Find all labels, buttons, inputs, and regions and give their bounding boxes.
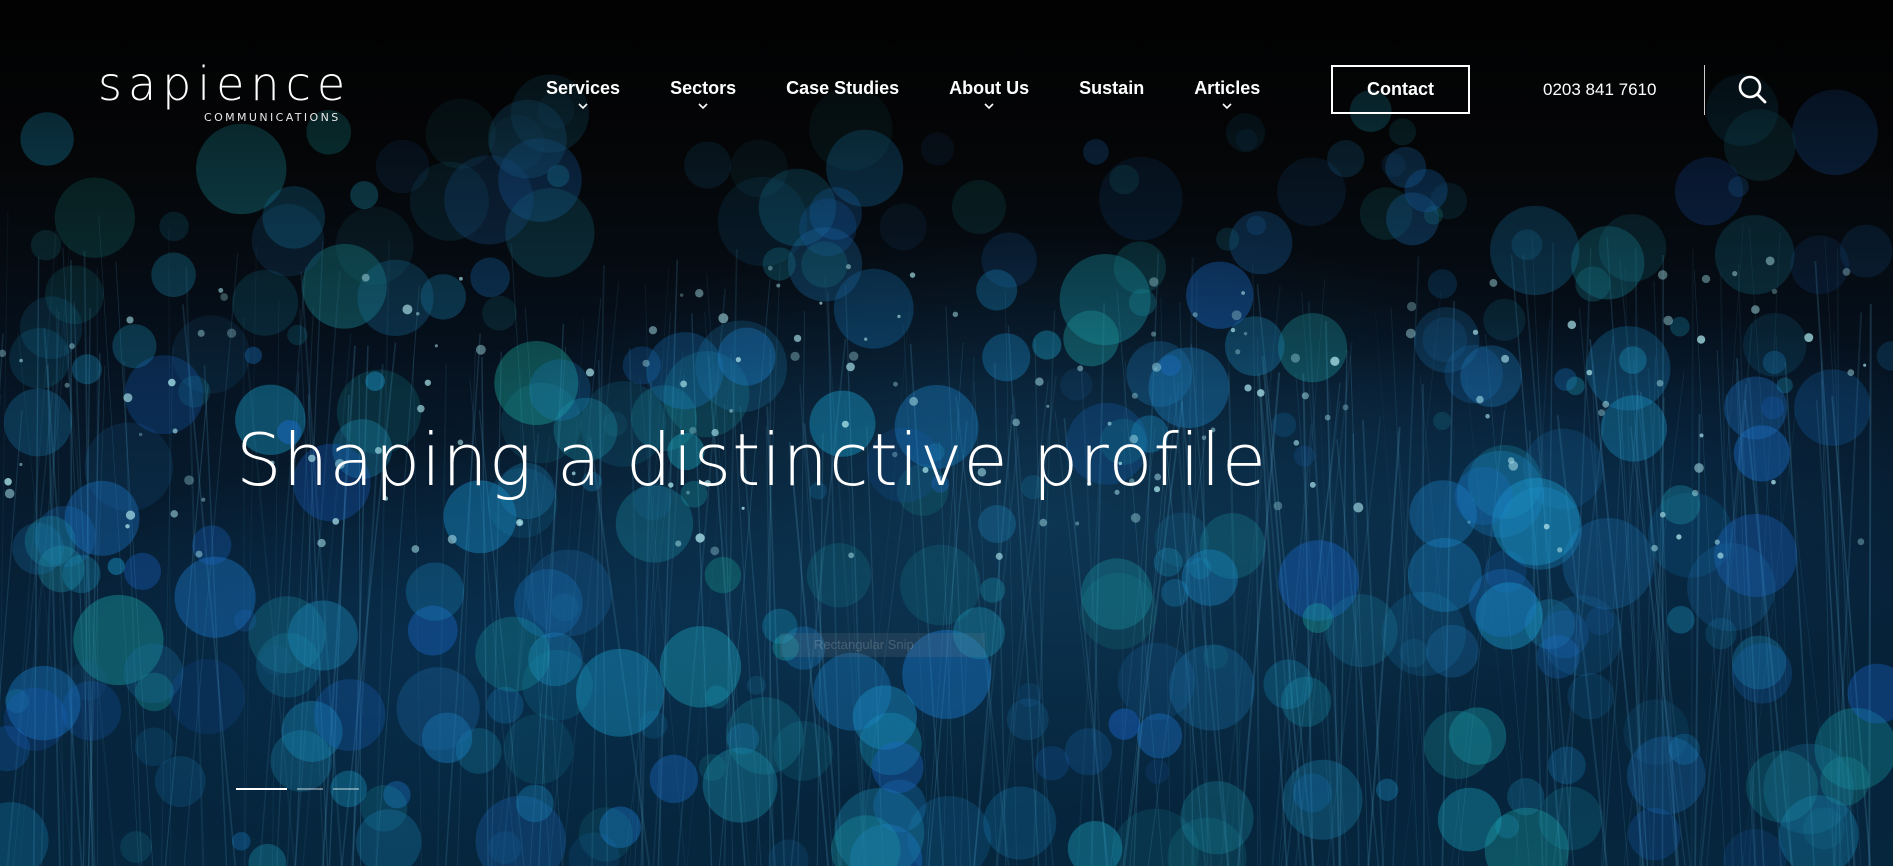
nav-label: About Us bbox=[949, 78, 1030, 98]
header-divider bbox=[1704, 65, 1705, 115]
nav-item-services[interactable]: Services bbox=[546, 78, 620, 110]
nav-item-about-us[interactable]: About Us bbox=[949, 78, 1029, 110]
slide-indicator-2[interactable] bbox=[297, 788, 323, 790]
site-header: sapience COMMUNICATIONS Services Sectors… bbox=[0, 0, 1893, 180]
nav-item-sectors[interactable]: Sectors bbox=[670, 78, 736, 110]
logo[interactable]: sapience COMMUNICATIONS bbox=[98, 48, 354, 124]
logo-wordmark: sapience bbox=[98, 57, 352, 111]
contact-button[interactable]: Contact bbox=[1331, 65, 1470, 114]
nav-label: Sectors bbox=[670, 78, 737, 98]
nav-label: Sustain bbox=[1079, 78, 1145, 98]
chevron-down-icon bbox=[984, 103, 994, 110]
main-nav: Services Sectors Case Studies About Us S… bbox=[546, 78, 1310, 110]
hero-headline: Shaping a distinctive profile bbox=[236, 418, 1268, 502]
nav-item-sustain[interactable]: Sustain bbox=[1079, 78, 1144, 110]
chevron-down-icon bbox=[698, 103, 708, 110]
slider-pagination bbox=[236, 788, 359, 790]
nav-label: Articles bbox=[1194, 78, 1261, 98]
search-icon[interactable] bbox=[1737, 74, 1767, 104]
chevron-down-icon bbox=[1222, 103, 1232, 110]
slide-indicator-1[interactable] bbox=[236, 788, 287, 790]
chevron-down-icon bbox=[578, 103, 588, 110]
logo-subtitle: COMMUNICATIONS bbox=[204, 111, 341, 124]
nav-label: Case Studies bbox=[786, 78, 900, 98]
nav-item-case-studies[interactable]: Case Studies bbox=[786, 78, 899, 110]
phone-number-link[interactable]: 0203 841 7610 bbox=[1543, 80, 1656, 100]
snip-tool-overlay: Rectangular Snip bbox=[780, 633, 985, 657]
nav-label: Services bbox=[546, 78, 621, 98]
slide-indicator-3[interactable] bbox=[333, 788, 359, 790]
nav-item-articles[interactable]: Articles bbox=[1194, 78, 1260, 110]
